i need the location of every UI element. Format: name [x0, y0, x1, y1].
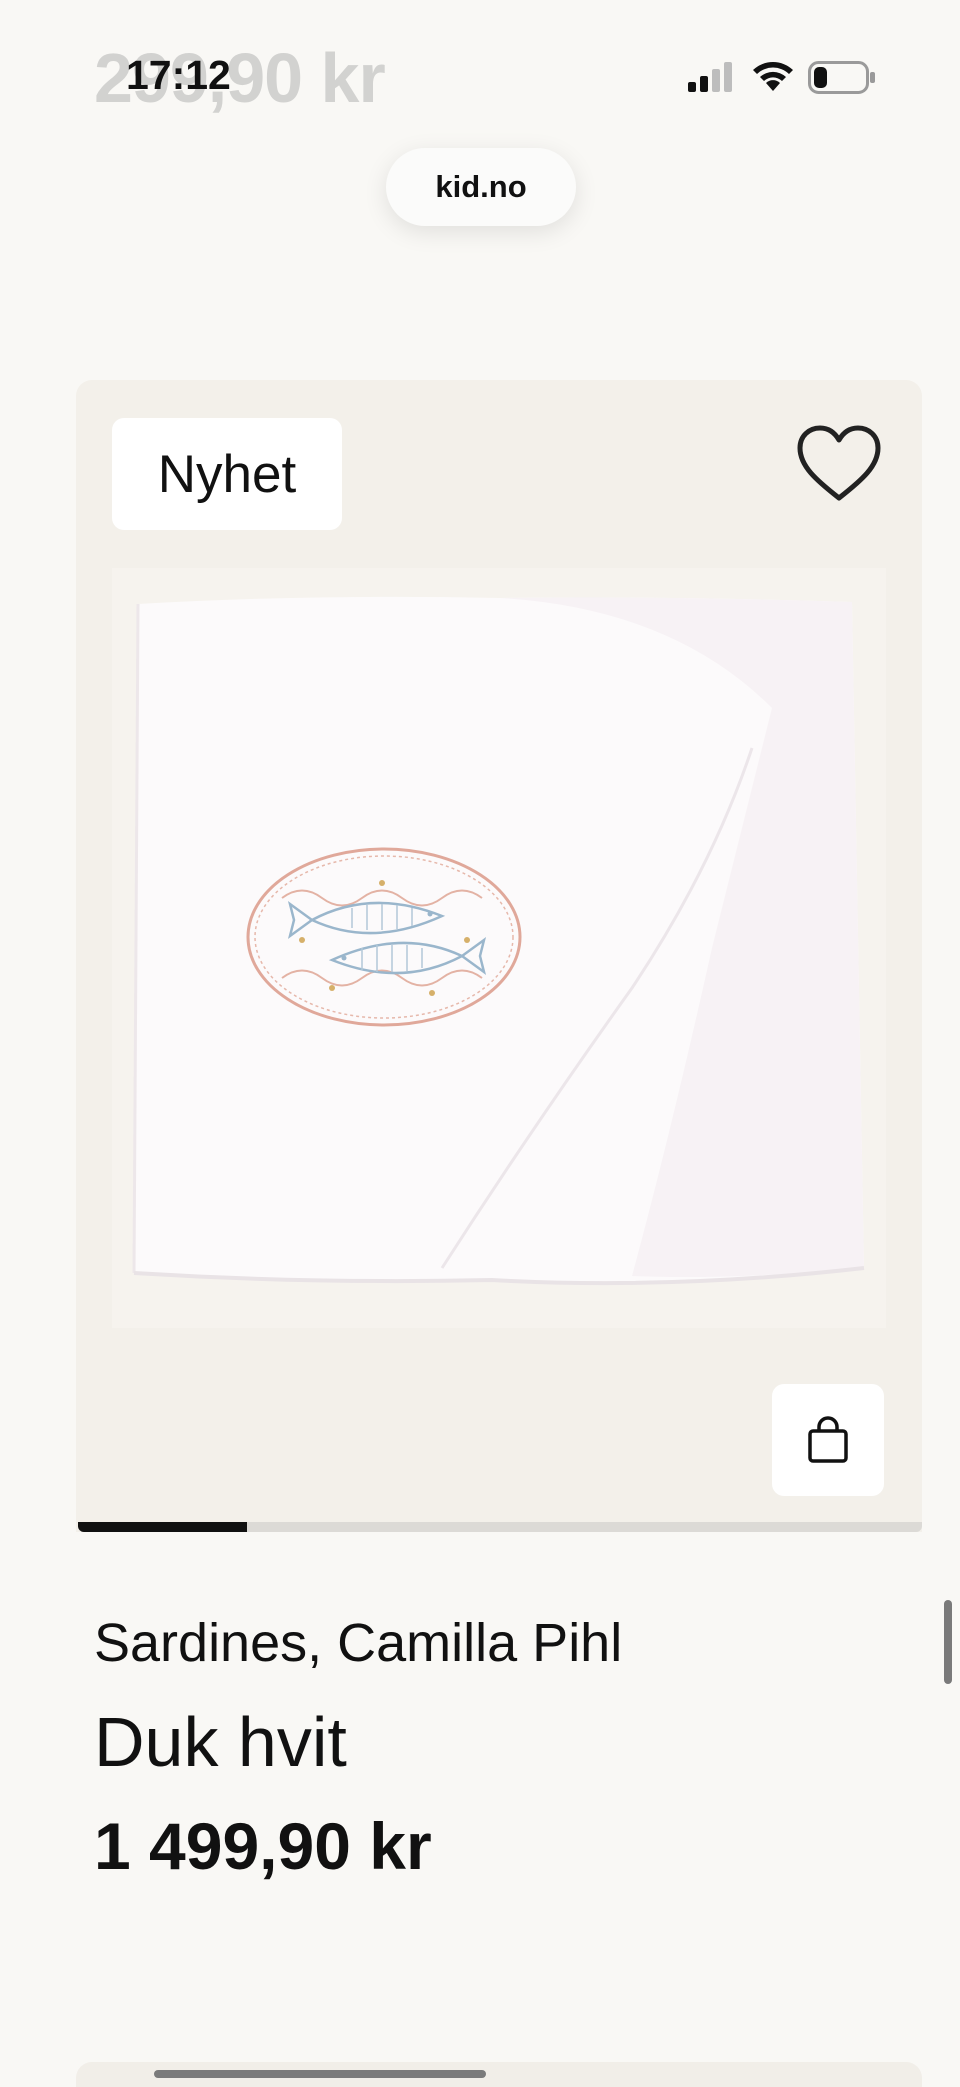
wifi-icon — [753, 62, 793, 91]
status-time: 17:12 — [126, 52, 231, 98]
scrollbar-thumb[interactable] — [944, 1600, 952, 1684]
product-price: 1 499,90 kr — [94, 1809, 432, 1883]
product-image[interactable] — [112, 568, 886, 1532]
home-indicator[interactable] — [154, 2070, 486, 2078]
tablecloth-illustration — [112, 568, 886, 1328]
product-card[interactable]: Nyhet — [76, 380, 922, 1532]
cellular-signal-icon — [688, 62, 732, 92]
new-badge: Nyhet — [112, 418, 342, 530]
image-carousel-progress — [78, 1522, 922, 1532]
battery-low-icon — [808, 61, 875, 94]
url-bar[interactable]: kid.no — [386, 148, 576, 226]
status-bar: 299,90 kr 17:12 — [0, 0, 960, 160]
product-brand[interactable]: Sardines, Camilla Pihl — [94, 1612, 622, 1674]
new-badge-label: Nyhet — [157, 444, 297, 504]
shopping-bag-icon — [808, 1416, 848, 1463]
heart-icon[interactable] — [796, 424, 882, 504]
url-text: kid.no — [435, 169, 527, 204]
image-carousel-progress-fill — [78, 1522, 247, 1532]
product-name[interactable]: Duk hvit — [94, 1702, 347, 1782]
add-to-cart-button[interactable] — [772, 1384, 884, 1496]
